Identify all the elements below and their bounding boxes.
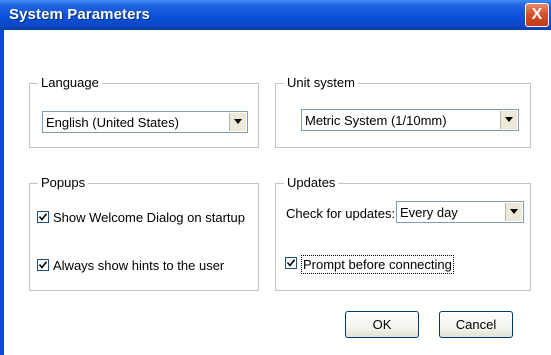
title-bar[interactable]: System Parameters X xyxy=(0,0,551,30)
unit-system-dropdown-button[interactable] xyxy=(500,111,517,129)
checkmark-icon xyxy=(287,259,295,267)
popups-group: Popups Show Welcome Dialog on startup Al… xyxy=(29,175,259,291)
update-frequency-select[interactable]: Every day xyxy=(396,201,524,223)
updates-group: Updates Check for updates: Every day Pro… xyxy=(275,175,531,291)
unit-system-legend: Unit system xyxy=(284,75,358,91)
language-select[interactable]: English (United States) xyxy=(42,111,248,133)
language-group: Language English (United States) xyxy=(29,75,259,148)
unit-system-select[interactable]: Metric System (1/10mm) xyxy=(301,109,519,131)
popups-legend: Popups xyxy=(38,175,89,191)
cancel-button[interactable]: Cancel xyxy=(439,311,513,338)
show-welcome-checkbox[interactable] xyxy=(37,211,49,223)
window-title: System Parameters xyxy=(9,6,150,23)
prompt-before-connecting-label: Prompt before connecting xyxy=(301,255,454,274)
always-show-hints-label: Always show hints to the user xyxy=(53,258,225,273)
unit-system-group: Unit system Metric System (1/10mm) xyxy=(275,75,531,148)
show-welcome-label: Show Welcome Dialog on startup xyxy=(53,210,245,225)
language-legend: Language xyxy=(38,75,102,91)
unit-system-select-value: Metric System (1/10mm) xyxy=(305,113,447,128)
always-show-hints-checkbox[interactable] xyxy=(37,259,49,271)
chevron-down-icon xyxy=(234,119,242,124)
language-dropdown-button[interactable] xyxy=(229,113,246,131)
chevron-down-icon xyxy=(505,117,513,122)
update-frequency-value: Every day xyxy=(400,205,458,220)
chevron-down-icon xyxy=(510,209,518,214)
checkmark-icon xyxy=(39,261,47,269)
system-parameters-dialog: System Parameters X Language English (Un… xyxy=(0,0,551,355)
prompt-before-connecting-checkbox[interactable] xyxy=(285,257,297,269)
close-icon: X xyxy=(531,6,543,23)
language-select-value: English (United States) xyxy=(46,115,179,130)
window-frame-left xyxy=(0,30,4,355)
ok-button[interactable]: OK xyxy=(345,311,419,338)
close-button[interactable]: X xyxy=(525,3,549,27)
updates-legend: Updates xyxy=(284,175,339,191)
checkmark-icon xyxy=(39,213,47,221)
update-frequency-dropdown-button[interactable] xyxy=(505,203,522,221)
check-for-updates-label: Check for updates: xyxy=(286,206,396,221)
